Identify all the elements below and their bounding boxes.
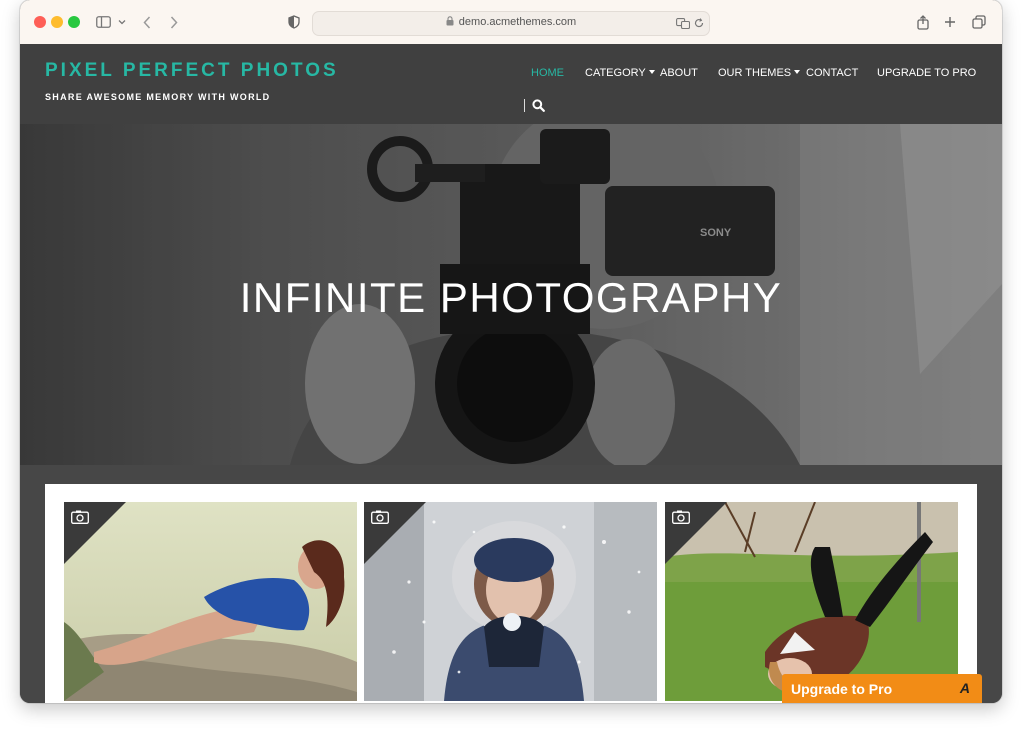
nav-upgrade-to-pro[interactable]: UPGRADE TO PRO: [877, 67, 976, 79]
nav-category[interactable]: CATEGORY: [585, 67, 655, 79]
url-text: demo.acmethemes.com: [458, 16, 577, 28]
translate-icon[interactable]: [675, 16, 691, 30]
nav-home[interactable]: HOME: [531, 67, 564, 79]
acme-logo-icon: A: [959, 680, 970, 696]
camera-icon: [71, 510, 89, 524]
browser-window: demo.acmethemes.com PIXEL PERFECT PHOTOS…: [20, 0, 1002, 703]
nav-about[interactable]: ABOUT: [660, 67, 698, 79]
lock-icon: [446, 16, 454, 29]
nav-contact[interactable]: CONTACT: [806, 67, 858, 79]
upgrade-to-pro-button[interactable]: Upgrade to Pro A: [782, 674, 982, 703]
gallery-item[interactable]: [665, 502, 958, 701]
close-window-button[interactable]: [34, 16, 46, 28]
upgrade-label: Upgrade to Pro: [791, 681, 893, 697]
dropdown-caret-icon: [794, 70, 801, 74]
site-title[interactable]: PIXEL PERFECT PHOTOS: [45, 60, 339, 82]
nav-our-themes-label: OUR THEMES: [718, 67, 792, 79]
browser-toolbar: demo.acmethemes.com: [20, 0, 1002, 45]
address-bar[interactable]: demo.acmethemes.com: [312, 11, 710, 36]
nav-our-themes[interactable]: OUR THEMES: [718, 67, 801, 79]
dropdown-caret-icon: [648, 70, 655, 74]
camera-icon: [371, 510, 389, 524]
nav-category-label: CATEGORY: [585, 67, 646, 79]
share-icon[interactable]: [915, 13, 931, 31]
site-header: PIXEL PERFECT PHOTOS SHARE AWESOME MEMOR…: [20, 44, 1002, 124]
search-icon[interactable]: [532, 99, 545, 112]
new-tab-icon[interactable]: [942, 13, 958, 31]
sidebar-icon[interactable]: [94, 13, 112, 31]
gallery-item[interactable]: [364, 502, 657, 701]
minimize-window-button[interactable]: [51, 16, 63, 28]
tab-overview-icon[interactable]: [971, 13, 987, 31]
hero-banner: SONY INFINITE PHOTOGRAPHY: [20, 124, 1002, 465]
privacy-shield-icon[interactable]: [287, 13, 301, 31]
zoom-window-button[interactable]: [68, 16, 80, 28]
chevron-down-icon[interactable]: [117, 13, 127, 31]
reload-icon[interactable]: [693, 16, 705, 30]
camera-icon: [672, 510, 690, 524]
forward-icon[interactable]: [167, 13, 181, 31]
site-tagline: SHARE AWESOME MEMORY WITH WORLD: [45, 92, 271, 102]
hero-title: INFINITE PHOTOGRAPHY: [239, 274, 783, 321]
back-icon[interactable]: [140, 13, 154, 31]
nav-divider: [524, 99, 525, 112]
gallery-item[interactable]: [64, 502, 357, 701]
